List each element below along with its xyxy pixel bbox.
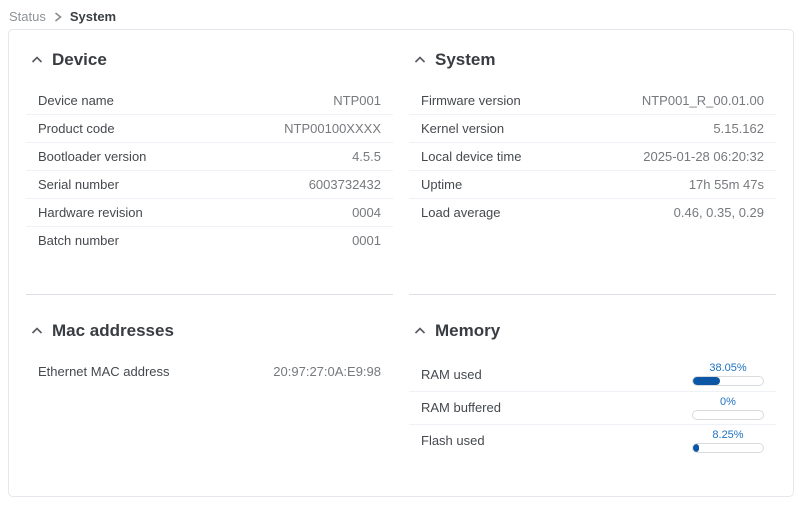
table-row: Ethernet MAC address 20:97:27:0A:E9:98 (26, 358, 393, 385)
row-value: 0001 (352, 232, 381, 249)
row-label: Uptime (421, 176, 462, 193)
ram-buffered-meter: 0% (692, 396, 764, 420)
progress-track (692, 410, 764, 420)
row-label: Device name (38, 92, 114, 109)
row-value: NTP001_R_00.01.00 (642, 92, 764, 109)
row-value: 4.5.5 (352, 148, 381, 165)
table-row: Serial number 6003732432 (26, 170, 393, 198)
row-label: Flash used (421, 433, 485, 448)
chevron-right-icon (54, 12, 62, 22)
row-value: 5.15.162 (713, 120, 764, 137)
section-title: Device (52, 50, 107, 70)
chevron-up-icon (31, 56, 43, 64)
row-value: 0.46, 0.35, 0.29 (674, 204, 764, 221)
progress-fill (693, 444, 699, 452)
mac-addresses-section: Mac addresses Ethernet MAC address 20:97… (26, 294, 393, 496)
row-label: Product code (38, 120, 115, 137)
table-row: Bootloader version 4.5.5 (26, 142, 393, 170)
percent-value: 8.25% (692, 429, 764, 442)
memory-section-header[interactable]: Memory (409, 321, 776, 341)
table-row: Batch number 0001 (26, 226, 393, 254)
chevron-up-icon (414, 327, 426, 335)
table-row: RAM used 38.05% (409, 358, 776, 391)
row-label: Local device time (421, 148, 521, 165)
row-label: RAM buffered (421, 400, 501, 415)
section-title: System (435, 50, 495, 70)
chevron-up-icon (31, 327, 43, 335)
mac-addresses-section-header[interactable]: Mac addresses (26, 321, 393, 341)
ram-used-meter: 38.05% (692, 362, 764, 386)
table-row: Uptime 17h 55m 47s (409, 170, 776, 198)
table-row: Kernel version 5.15.162 (409, 114, 776, 142)
table-row: Load average 0.46, 0.35, 0.29 (409, 198, 776, 226)
progress-track (692, 443, 764, 453)
system-section: System Firmware version NTP001_R_00.01.0… (409, 44, 776, 294)
table-row: Local device time 2025-01-28 06:20:32 (409, 142, 776, 170)
breadcrumb-item-status[interactable]: Status (9, 9, 46, 24)
row-label: Ethernet MAC address (38, 363, 170, 380)
chevron-up-icon (414, 56, 426, 64)
row-label: Kernel version (421, 120, 504, 137)
breadcrumb-item-system: System (70, 9, 116, 24)
table-row: Device name NTP001 (26, 87, 393, 114)
row-value: 17h 55m 47s (689, 176, 764, 193)
memory-section: Memory RAM used 38.05% RAM buffered 0% F… (409, 294, 776, 496)
table-row: Flash used 8.25% (409, 424, 776, 457)
system-section-header[interactable]: System (409, 50, 776, 70)
breadcrumb: Status System (0, 0, 800, 26)
row-value: 2025-01-28 06:20:32 (643, 148, 764, 165)
row-label: Load average (421, 204, 501, 221)
table-row: Firmware version NTP001_R_00.01.00 (409, 87, 776, 114)
percent-value: 0% (692, 396, 764, 409)
table-row: Product code NTP00100XXXX (26, 114, 393, 142)
row-label: Bootloader version (38, 148, 146, 165)
table-row: RAM buffered 0% (409, 391, 776, 424)
progress-track (692, 376, 764, 386)
section-title: Mac addresses (52, 321, 174, 341)
progress-fill (693, 377, 720, 385)
row-label: Batch number (38, 232, 119, 249)
percent-value: 38.05% (692, 362, 764, 375)
section-title: Memory (435, 321, 500, 341)
device-section: Device Device name NTP001 Product code N… (26, 44, 393, 294)
system-status-card: Device Device name NTP001 Product code N… (8, 29, 794, 497)
device-section-header[interactable]: Device (26, 50, 393, 70)
row-value: 0004 (352, 204, 381, 221)
row-label: Serial number (38, 176, 119, 193)
row-value: 20:97:27:0A:E9:98 (273, 363, 381, 380)
flash-used-meter: 8.25% (692, 429, 764, 453)
row-value: 6003732432 (309, 176, 381, 193)
row-label: RAM used (421, 367, 482, 382)
row-label: Firmware version (421, 92, 521, 109)
row-value: NTP001 (333, 92, 381, 109)
row-value: NTP00100XXXX (284, 120, 381, 137)
row-label: Hardware revision (38, 204, 143, 221)
table-row: Hardware revision 0004 (26, 198, 393, 226)
